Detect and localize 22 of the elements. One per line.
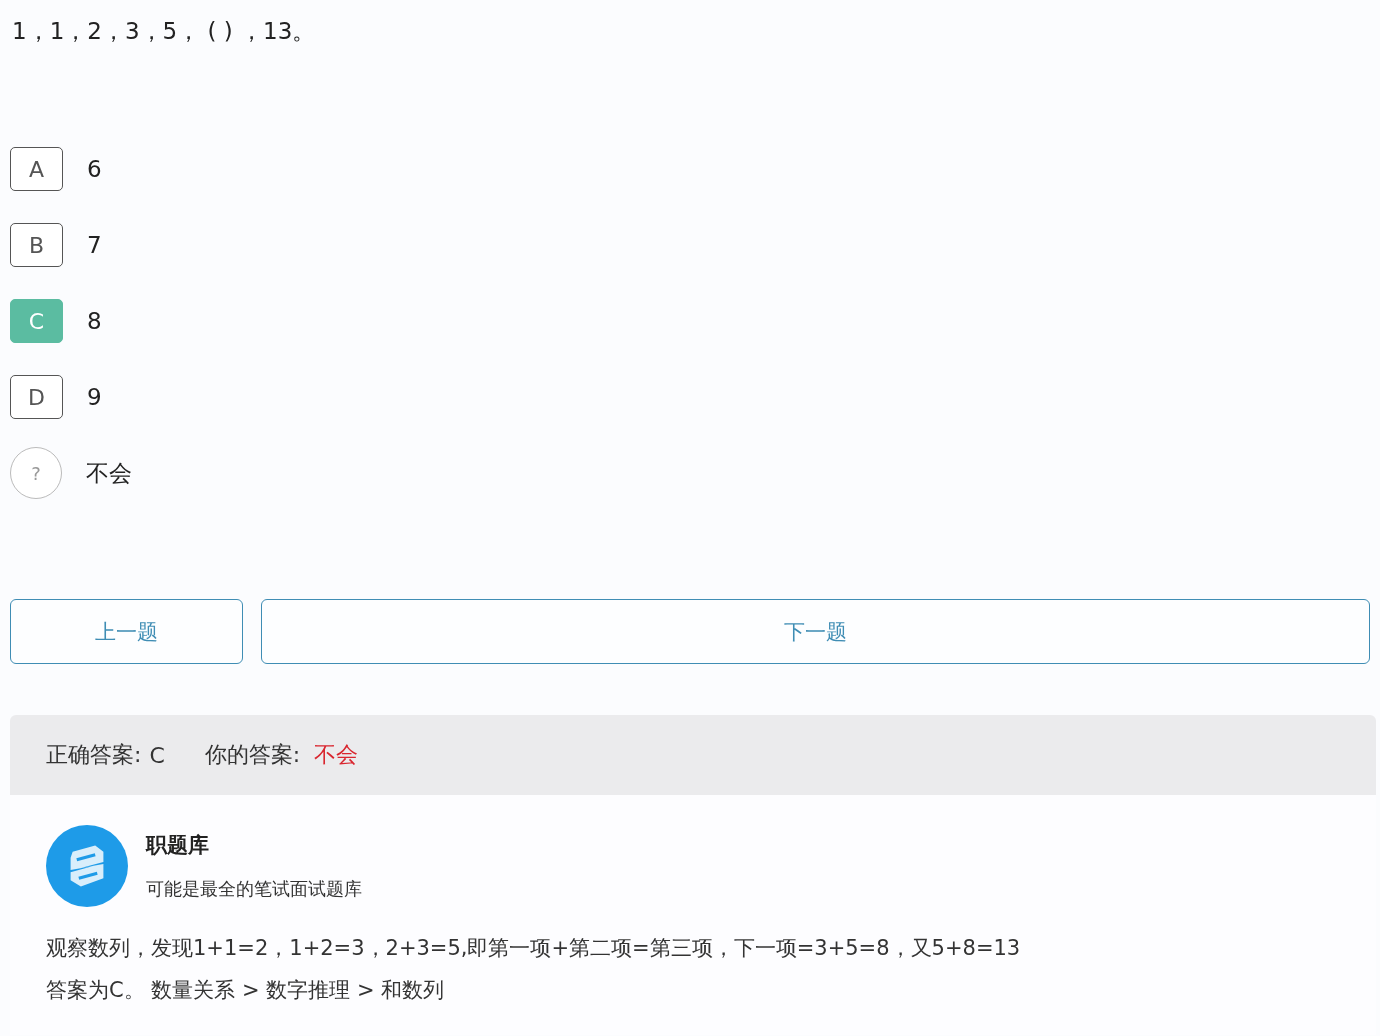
your-answer-label: 你的答案:: [204, 741, 301, 769]
your-answer-value: 不会: [314, 741, 359, 769]
next-button[interactable]: 下一题: [261, 599, 1370, 664]
unknown-option-marker[interactable]: ?: [10, 447, 62, 499]
correct-answer-label: 正确答案:: [46, 741, 142, 769]
option-text: 8: [87, 308, 102, 334]
option-letter[interactable]: A: [10, 147, 63, 191]
option-text: 6: [87, 156, 102, 182]
option-text: 9: [87, 384, 102, 410]
explanation-text: 观察数列，发现1+1=2，1+2=3，2+3=5,即第一项+第二项=第三项，下一项=3+5=8，又5+8=13: [46, 935, 1022, 962]
option-letter[interactable]: B: [10, 223, 63, 267]
option-letter[interactable]: D: [10, 375, 63, 419]
question-text: 1，1，2，3，5， ( ) ，13。: [11, 17, 317, 46]
option-text: 7: [87, 232, 102, 258]
correct-answer-value: C: [149, 742, 165, 768]
logo-icon: [46, 825, 128, 907]
previous-button[interactable]: 上一题: [10, 599, 243, 664]
source-name: 职题库: [146, 832, 210, 859]
explanation-text: 答案为C。 数量关系 > 数字推理 > 和数列: [46, 977, 446, 1004]
option-text: 不会: [86, 458, 132, 488]
source-tagline: 可能是最全的笔试面试题库: [146, 877, 362, 901]
option-letter[interactable]: C: [10, 299, 63, 343]
